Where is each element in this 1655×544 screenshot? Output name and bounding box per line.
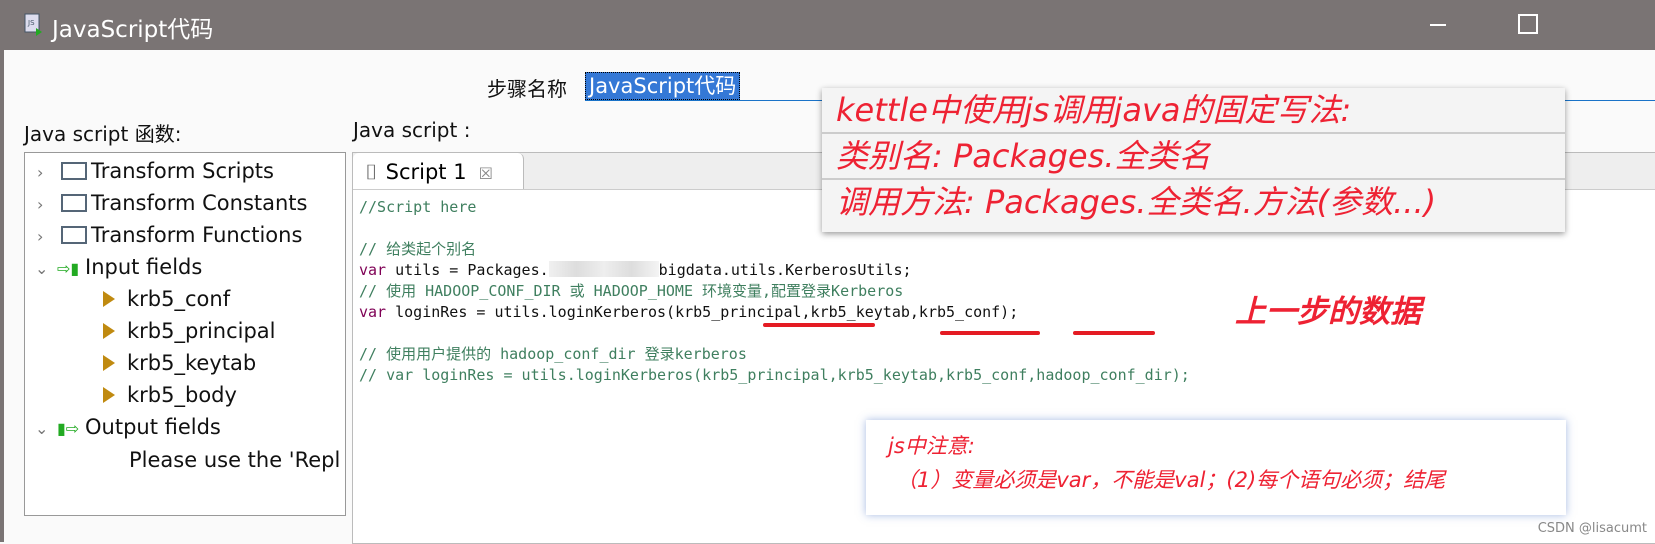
keyword: var	[359, 261, 387, 279]
chevron-right-icon[interactable]: ›	[37, 158, 51, 188]
code-line: // 使用 HADOOP_CONF_DIR 或 HADOOP_HOME 环境变量…	[359, 282, 904, 300]
chevron-down-icon[interactable]: ⌄	[35, 414, 49, 444]
field-item[interactable]: krb5_body	[103, 380, 237, 410]
step-name-label: 步骤名称	[487, 77, 567, 101]
maximize-button[interactable]	[1518, 14, 1538, 34]
code-line: // 使用用户提供的 hadoop_conf_dir 登录kerberos	[359, 345, 747, 363]
tree-item-transform-functions[interactable]: › Transform Functions	[37, 220, 302, 250]
annotation-line: kettle中使用js调用java的固定写法:	[822, 88, 1565, 134]
watermark: CSDN @lisacumt	[1537, 521, 1647, 536]
annotation-box-java-call: kettle中使用js调用java的固定写法: 类别名: Packages.全类…	[822, 88, 1565, 232]
underline-annotation	[940, 331, 1040, 335]
field-item[interactable]: krb5_conf	[103, 284, 230, 314]
chevron-down-icon[interactable]: ⌄	[35, 254, 49, 284]
annotation-line: 调用方法: Packages.全类名.方法(参数...)	[836, 183, 1437, 221]
code-line: //Script here	[359, 198, 477, 216]
field-icon	[103, 387, 115, 403]
tab-script-1[interactable]: ⌷ Script 1 ☒	[353, 153, 524, 189]
tree-item-label: Output fields	[85, 415, 221, 439]
close-tab-icon[interactable]: ☒	[479, 164, 493, 183]
input-fields-icon: ⇨▮	[57, 259, 80, 278]
tree-item-label: Input fields	[85, 255, 203, 279]
title-bar: JS JavaScript代码	[0, 0, 1655, 50]
tree-item-transform-scripts[interactable]: › Transform Scripts	[37, 156, 274, 186]
output-hint: Please use the 'Repl	[129, 445, 340, 475]
field-label: krb5_keytab	[127, 351, 257, 375]
underline-annotation	[763, 323, 875, 327]
js-script-icon: JS	[24, 13, 42, 36]
code-line: // var loginRes = utils.loginKerberos(kr…	[359, 366, 1190, 384]
chevron-right-icon[interactable]: ›	[37, 190, 51, 220]
tree-item-output-fields[interactable]: ⌄ ▮⇨ Output fields	[35, 412, 221, 442]
keyword: var	[359, 303, 387, 321]
field-label: krb5_principal	[127, 319, 276, 343]
field-item[interactable]: krb5_keytab	[103, 348, 256, 378]
minimize-button[interactable]	[1430, 24, 1446, 26]
chevron-right-icon[interactable]: ›	[37, 222, 51, 252]
functions-label: Java script 函数:	[24, 122, 182, 146]
folder-icon	[61, 226, 87, 244]
output-fields-icon: ▮⇨	[57, 419, 80, 438]
field-item[interactable]: krb5_principal	[103, 316, 276, 346]
tree-item-label: Transform Constants	[91, 191, 308, 215]
window-title: JavaScript代码	[52, 17, 214, 43]
folder-icon	[61, 162, 87, 180]
field-icon	[103, 323, 115, 339]
tree-item-label: Transform Functions	[91, 223, 303, 247]
redacted-package	[548, 261, 659, 277]
field-label: krb5_conf	[127, 287, 231, 311]
tree-item-label: Transform Scripts	[91, 159, 274, 183]
annotation-line: js中注意:	[888, 434, 975, 458]
tree-item-input-fields[interactable]: ⌄ ⇨▮ Input fields	[35, 252, 202, 282]
script-label: Java script :	[353, 118, 471, 142]
tree-item-transform-constants[interactable]: › Transform Constants	[37, 188, 307, 218]
annotation-prev-data: 上一步的数据	[1235, 294, 1421, 330]
script-icon: ⌷	[365, 160, 378, 184]
field-icon	[103, 355, 115, 371]
step-name-value[interactable]: JavaScript代码	[585, 72, 741, 100]
code-text: utils = Packages.	[395, 261, 549, 279]
folder-icon	[61, 194, 87, 212]
annotation-box-js-notes: js中注意: （1）变量必须是var，不能是val；(2)每个语句必须；结尾	[866, 420, 1566, 515]
underline-annotation	[1073, 331, 1155, 335]
functions-tree[interactable]: › Transform Scripts › Transform Constants …	[24, 152, 346, 516]
annotation-line: （1）变量必须是var，不能是val；(2)每个语句必须；结尾	[896, 468, 1446, 492]
annotation-line: 类别名: Packages.全类名	[822, 134, 1565, 180]
svg-text:JS: JS	[27, 19, 35, 27]
tab-label: Script 1	[385, 160, 467, 184]
field-icon	[103, 291, 115, 307]
code-text: loginRes = utils.loginKerberos(krb5_prin…	[395, 303, 1019, 321]
field-label: krb5_body	[127, 383, 237, 407]
output-hint-text: Please use the 'Repl	[129, 448, 341, 472]
code-text: bigdata.utils.KerberosUtils;	[658, 261, 912, 279]
code-line: // 给类起个别名	[359, 240, 477, 258]
